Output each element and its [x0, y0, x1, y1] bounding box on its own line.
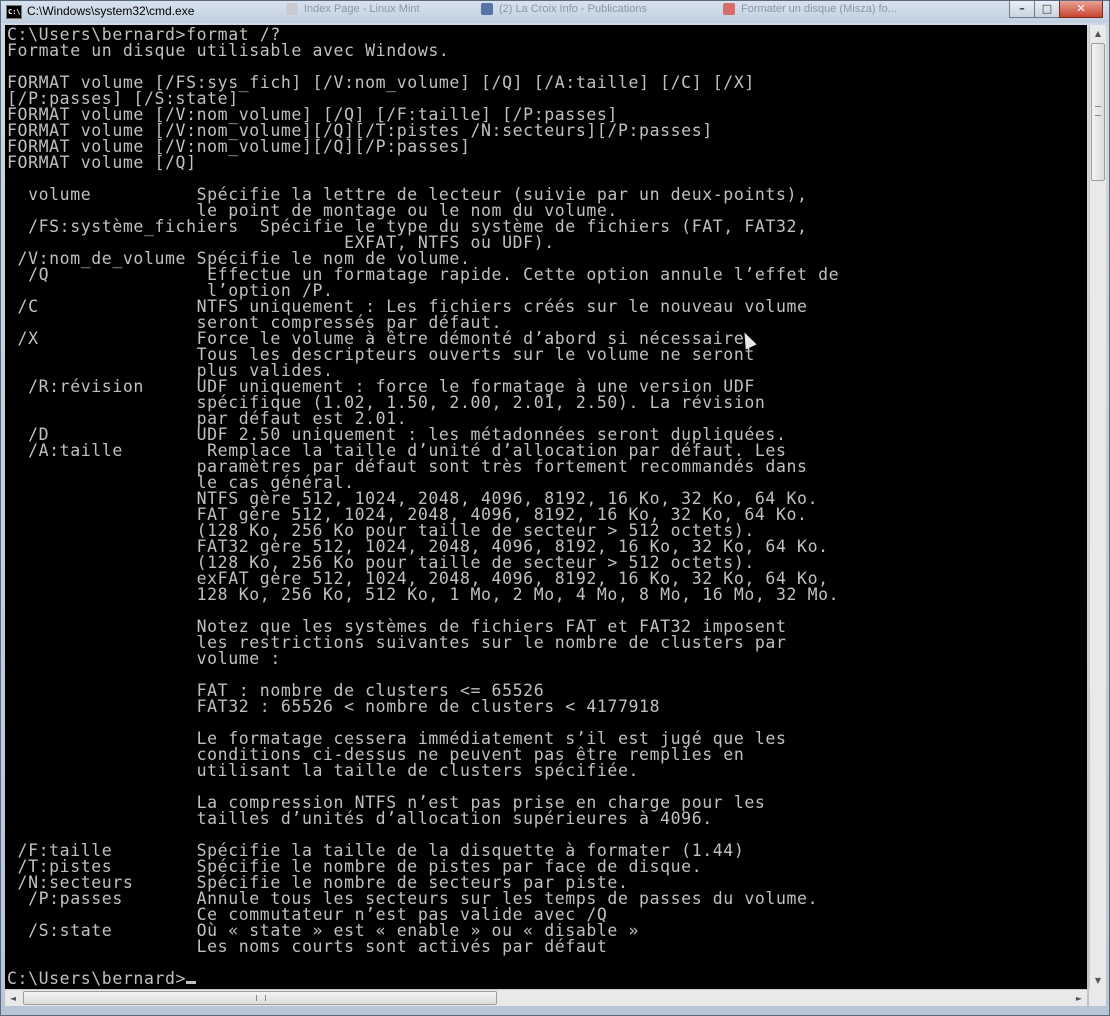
scroll-left-arrow-icon[interactable]: ◄: [5, 990, 21, 1007]
background-tab-label: Index Page - Linux Mint: [304, 3, 420, 15]
background-tab-label: Formater un disque (Misza) fo...: [741, 3, 897, 15]
prompt-text: C:\Users\bernard>: [7, 969, 187, 988]
console-line: Formate un disque utilisable avec Window…: [7, 41, 450, 60]
background-tab-2[interactable]: (2) La Croix Info - Publications: [481, 3, 711, 21]
background-tab-3[interactable]: Formater un disque (Misza) fo...: [723, 3, 943, 21]
background-tab-1[interactable]: Index Page - Linux Mint: [286, 3, 456, 21]
grip-icon: [1095, 106, 1101, 116]
console-line: tailles d’unités d’allocation supérieure…: [7, 809, 713, 828]
vertical-scroll-thumb[interactable]: [1091, 43, 1105, 181]
scroll-down-arrow-icon[interactable]: ▼: [1090, 972, 1106, 989]
grip-icon: [256, 995, 266, 1001]
scroll-up-arrow-icon[interactable]: ▲: [1090, 25, 1106, 42]
cmd-app-icon[interactable]: C:\: [6, 5, 22, 19]
vertical-scrollbar[interactable]: ▲ ▼: [1089, 25, 1106, 989]
horizontal-scroll-thumb[interactable]: [23, 991, 497, 1005]
console-line: utilisant la taille de clusters spécifié…: [7, 761, 640, 780]
close-button[interactable]: ✕: [1059, 1, 1103, 18]
text-cursor: [186, 981, 197, 984]
console-line: FORMAT volume [/Q]: [7, 153, 197, 172]
cmd-window: C:\ C:\Windows\system32\cmd.exe Index Pa…: [0, 0, 1110, 1016]
favicon-icon: [286, 3, 298, 16]
console-line: Les noms courts sont activés par défaut: [7, 937, 608, 956]
minimize-button[interactable]: –: [1009, 1, 1035, 18]
maximize-button[interactable]: □: [1034, 1, 1060, 18]
command-prompt[interactable]: C:\Users\bernard>: [7, 969, 839, 988]
scroll-right-arrow-icon[interactable]: ►: [1071, 990, 1087, 1007]
console-text: C:\Users\bernard>format /? Formate un dis…: [7, 26, 840, 988]
window-title: C:\Windows\system32\cmd.exe: [27, 4, 195, 18]
horizontal-scrollbar[interactable]: ◄ ►: [5, 989, 1087, 1006]
background-tab-label: (2) La Croix Info - Publications: [499, 3, 647, 15]
favicon-icon: [723, 3, 735, 16]
console-line: FAT32 : 65526 < nombre de clusters < 417…: [7, 697, 661, 716]
caption-buttons: – □ ✕: [1009, 1, 1103, 19]
console-line: 128 Ko, 256 Ko, 512 Ko, 1 Mo, 2 Mo, 4 Mo…: [7, 585, 840, 604]
console-line: volume :: [7, 649, 281, 668]
favicon-icon: [481, 3, 493, 16]
console-output[interactable]: C:\Users\bernard>format /? Formate un dis…: [5, 25, 1087, 989]
title-bar[interactable]: C:\ C:\Windows\system32\cmd.exe Index Pa…: [1, 1, 1109, 23]
size-grip[interactable]: [1089, 989, 1106, 1006]
